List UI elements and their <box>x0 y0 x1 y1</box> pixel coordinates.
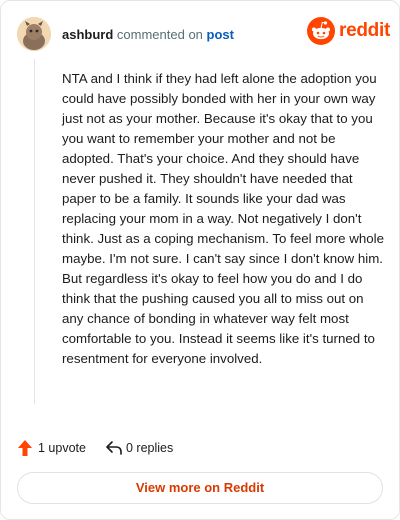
reply-arrow-icon <box>106 441 122 455</box>
comment-body: NTA and I think if they had left alone t… <box>62 71 384 366</box>
comment-embed-card: ashburd commented on post reddit NTA and… <box>0 0 400 520</box>
upvote-arrow-icon <box>18 440 32 456</box>
comment-header: ashburd commented on post reddit <box>17 17 390 53</box>
comment-meta: ashburd commented on post <box>62 27 234 43</box>
avatar-image <box>17 17 51 51</box>
username-link[interactable]: ashburd <box>62 27 113 42</box>
avatar[interactable] <box>17 17 51 51</box>
upvote-count: 1 upvote <box>38 441 86 455</box>
post-link[interactable]: post <box>207 27 234 42</box>
view-more-button[interactable]: View more on Reddit <box>17 472 383 504</box>
reddit-logo[interactable]: reddit <box>307 17 390 47</box>
thread-line <box>34 59 35 404</box>
reddit-wordmark: reddit <box>339 20 390 41</box>
comment-actions: 1 upvote 0 replies <box>17 438 383 458</box>
replies-count: 0 replies <box>126 441 174 455</box>
upvote-button[interactable]: 1 upvote <box>17 438 107 458</box>
commented-on-text: commented on <box>116 27 203 42</box>
reddit-alien-icon <box>307 17 335 45</box>
replies-button[interactable]: 0 replies <box>105 438 205 458</box>
